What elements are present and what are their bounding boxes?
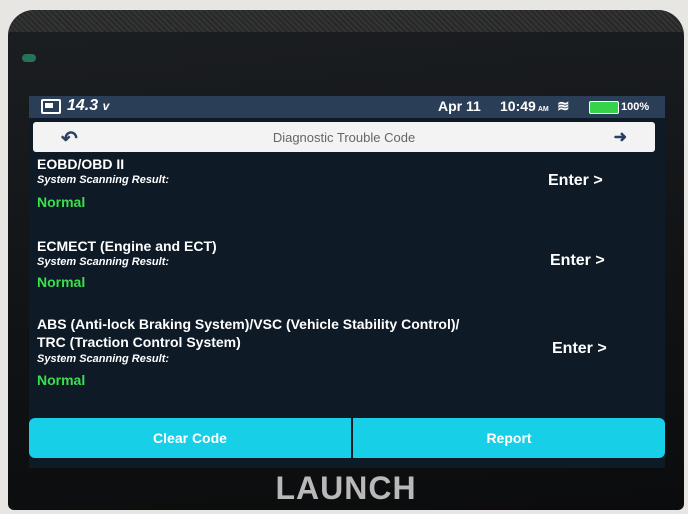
system-row-abs: ABS (Anti-lock Braking System)/VSC (Vehi…: [29, 312, 665, 402]
status-led: [22, 54, 36, 62]
clear-code-button[interactable]: Clear Code: [29, 418, 351, 458]
system-result-label: System Scanning Result:: [37, 256, 170, 268]
enter-button[interactable]: Enter >: [548, 172, 603, 190]
battery-percent: 100%: [621, 101, 650, 113]
system-name: EOBD/OBD II: [37, 156, 125, 172]
time-suffix: AM: [537, 106, 549, 113]
report-button[interactable]: Report: [353, 418, 665, 458]
system-list: EOBD/OBD II System Scanning Result: Norm…: [29, 156, 665, 402]
system-name-line1: ABS (Anti-lock Braking System)/VSC (Vehi…: [37, 316, 460, 332]
system-result-label: System Scanning Result:: [37, 174, 170, 186]
date-display: Apr 11: [438, 98, 481, 114]
exit-icon[interactable]: ➜: [614, 127, 627, 147]
voltage-value: 14.3: [67, 97, 99, 114]
system-name-line2: TRC (Traction Control System): [37, 334, 241, 350]
scan-tool-device: 14.3 v Apr 11 10:49 AM ≋ 100% ↶ Diagnosti…: [8, 10, 684, 510]
system-name: ECMECT (Engine and ECT): [37, 238, 217, 254]
time-display: 10:49 AM: [500, 98, 549, 114]
device-screen: 14.3 v Apr 11 10:49 AM ≋ 100% ↶ Diagnosti…: [29, 96, 665, 468]
voltage-unit: v: [102, 99, 110, 113]
enter-button[interactable]: Enter >: [552, 340, 607, 358]
vehicle-battery-icon: [41, 99, 61, 114]
system-status: Normal: [37, 194, 86, 210]
system-result-label: System Scanning Result:: [37, 353, 170, 365]
wifi-icon: ≋: [557, 98, 570, 115]
enter-button[interactable]: Enter >: [550, 252, 605, 270]
brand-logo: LAUNCH: [275, 470, 417, 506]
voltage-reading: 14.3 v: [67, 97, 109, 115]
time-value: 10:49: [500, 98, 536, 114]
page-title: Diagnostic Trouble Code: [272, 130, 416, 145]
battery-icon: [589, 101, 619, 114]
title-bar: ↶ Diagnostic Trouble Code ➜: [33, 122, 655, 152]
system-row-eobd: EOBD/OBD II System Scanning Result: Norm…: [29, 156, 665, 234]
action-bar: Clear Code Report: [29, 418, 665, 458]
system-row-ecmect: ECMECT (Engine and ECT) System Scanning …: [29, 234, 665, 312]
device-bezel: [8, 10, 684, 32]
system-status: Normal: [37, 274, 86, 290]
status-bar: 14.3 v Apr 11 10:49 AM ≋ 100%: [29, 96, 665, 118]
system-status: Normal: [37, 372, 86, 388]
